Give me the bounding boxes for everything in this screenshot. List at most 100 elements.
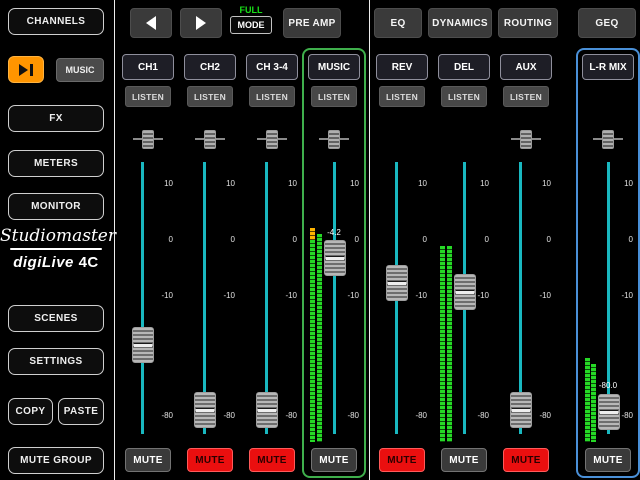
fader-track[interactable] xyxy=(333,162,336,434)
channels-button[interactable]: CHANNELS xyxy=(8,8,104,35)
preamp-button[interactable]: PRE AMP xyxy=(283,8,341,38)
fader-cap[interactable] xyxy=(256,392,278,428)
fader-cap[interactable] xyxy=(510,392,532,428)
mute-button[interactable]: MUTE xyxy=(503,448,549,472)
pan-slider[interactable] xyxy=(257,130,287,148)
fader: 100 -10-80 xyxy=(372,154,432,446)
channel-strip: CH1 LISTEN 100 -10-80 MUTE xyxy=(118,50,178,476)
channel-strip: CH2 LISTEN 100 -10-80 MUTE xyxy=(180,50,240,476)
fader-cap[interactable] xyxy=(598,394,620,430)
pan-cap[interactable] xyxy=(520,130,532,149)
pan-cap[interactable] xyxy=(142,130,154,149)
play-icon xyxy=(19,64,28,76)
scenes-button[interactable]: SCENES xyxy=(8,305,104,332)
channel-name-button[interactable]: CH2 xyxy=(184,54,236,80)
dynamics-button[interactable]: DYNAMICS xyxy=(428,8,492,38)
music-player-button[interactable]: MUSIC xyxy=(56,58,104,82)
pan-cap[interactable] xyxy=(204,130,216,149)
prev-channels-button[interactable] xyxy=(130,8,172,38)
fader-cap[interactable] xyxy=(386,265,408,301)
pan-slider[interactable] xyxy=(133,130,163,148)
fader-value-label: -80.0 xyxy=(578,381,638,390)
channel-strip: AUX LISTEN 100 -10-80 MUTE xyxy=(496,50,556,476)
meters-button[interactable]: METERS xyxy=(8,150,104,177)
listen-button[interactable]: LISTEN xyxy=(503,86,549,107)
level-meter-left xyxy=(440,246,445,442)
fader-track[interactable] xyxy=(141,162,144,434)
channel-strip: CH 3-4 LISTEN 100 -10-80 MUTE xyxy=(242,50,302,476)
fx-button[interactable]: FX xyxy=(8,105,104,132)
mode-state-text: FULL xyxy=(230,5,272,15)
mute-button[interactable]: MUTE xyxy=(249,448,295,472)
settings-button[interactable]: SETTINGS xyxy=(8,348,104,375)
sidebar-divider xyxy=(114,0,115,480)
channel-name-button[interactable]: AUX xyxy=(500,54,552,80)
pan-slider[interactable] xyxy=(319,130,349,148)
eq-button[interactable]: EQ xyxy=(374,8,422,38)
level-meter-right xyxy=(317,234,322,442)
mute-button[interactable]: MUTE xyxy=(585,448,631,472)
pan-cap[interactable] xyxy=(602,130,614,149)
mute-button[interactable]: MUTE xyxy=(311,448,357,472)
listen-button[interactable]: LISTEN xyxy=(311,86,357,107)
group-divider xyxy=(369,0,370,480)
pause-bar-icon xyxy=(30,64,33,76)
level-meter-right xyxy=(591,364,596,442)
channel-name-button[interactable]: MUSIC xyxy=(308,54,360,80)
pan-cap[interactable] xyxy=(266,130,278,149)
geq-button[interactable]: GEQ xyxy=(578,8,636,38)
fader: 100 -10-80 xyxy=(180,154,240,446)
listen-button[interactable]: LISTEN xyxy=(187,86,233,107)
fader: 100 -10-80 -4.2 xyxy=(304,154,364,446)
brand-model-number: 4C xyxy=(79,254,99,271)
channel-name-button[interactable]: CH1 xyxy=(122,54,174,80)
brand-underline xyxy=(10,248,102,250)
brand-model-name: digiLive xyxy=(13,254,74,271)
mute-button[interactable]: MUTE xyxy=(125,448,171,472)
mute-group-button[interactable]: MUTE GROUP xyxy=(8,447,104,474)
listen-button[interactable]: LISTEN xyxy=(379,86,425,107)
fader: 100 -10-80 xyxy=(434,154,494,446)
right-arrow-icon xyxy=(196,16,206,30)
master-strip: L-R MIX 100 -10-80 -80.0 MUTE xyxy=(578,50,638,476)
left-arrow-icon xyxy=(146,16,156,30)
fader: 100 -10-80 xyxy=(118,154,178,446)
fader: 100 -10-80 -80.0 xyxy=(578,154,638,446)
channel-strip-selected: MUSIC LISTEN 100 -10-80 -4.2 MUTE xyxy=(304,50,364,476)
channel-strip: DEL LISTEN 100 -10-80 MUTE xyxy=(434,50,494,476)
mute-button[interactable]: MUTE xyxy=(187,448,233,472)
pan-slider[interactable] xyxy=(593,130,623,148)
channel-name-button[interactable]: REV xyxy=(376,54,428,80)
brand-model-text: digiLive 4C xyxy=(0,254,112,271)
monitor-button[interactable]: MONITOR xyxy=(8,193,104,220)
play-pause-button[interactable] xyxy=(8,56,44,83)
mode-label: MODE xyxy=(230,16,272,34)
listen-button[interactable]: LISTEN xyxy=(249,86,295,107)
copy-button[interactable]: COPY xyxy=(8,398,53,425)
channel-strip: REV LISTEN 100 -10-80 MUTE xyxy=(372,50,432,476)
mute-button[interactable]: MUTE xyxy=(379,448,425,472)
paste-button[interactable]: PASTE xyxy=(58,398,104,425)
sidebar: CHANNELS MUSIC FX METERS MONITOR Studiom… xyxy=(0,0,112,480)
routing-button[interactable]: ROUTING xyxy=(498,8,558,38)
listen-button[interactable]: LISTEN xyxy=(441,86,487,107)
level-meter-right xyxy=(447,246,452,442)
mode-toggle[interactable]: FULL MODE xyxy=(230,5,272,34)
pan-slider[interactable] xyxy=(511,130,541,148)
pan-slider[interactable] xyxy=(195,130,225,148)
channel-name-button[interactable]: CH 3-4 xyxy=(246,54,298,80)
fader: 100 -10-80 xyxy=(242,154,302,446)
fader-value-label: -4.2 xyxy=(304,228,364,237)
channel-name-button[interactable]: DEL xyxy=(438,54,490,80)
channel-name-button[interactable]: L-R MIX xyxy=(582,54,634,80)
mute-button[interactable]: MUTE xyxy=(441,448,487,472)
brand-logo: Studiomaster digiLive 4C xyxy=(0,226,112,271)
pan-cap[interactable] xyxy=(328,130,340,149)
fader: 100 -10-80 xyxy=(496,154,556,446)
listen-button[interactable]: LISTEN xyxy=(125,86,171,107)
fader-cap[interactable] xyxy=(132,327,154,363)
fader-cap[interactable] xyxy=(454,274,476,310)
fader-cap[interactable] xyxy=(194,392,216,428)
next-channels-button[interactable] xyxy=(180,8,222,38)
fader-cap[interactable] xyxy=(324,240,346,276)
